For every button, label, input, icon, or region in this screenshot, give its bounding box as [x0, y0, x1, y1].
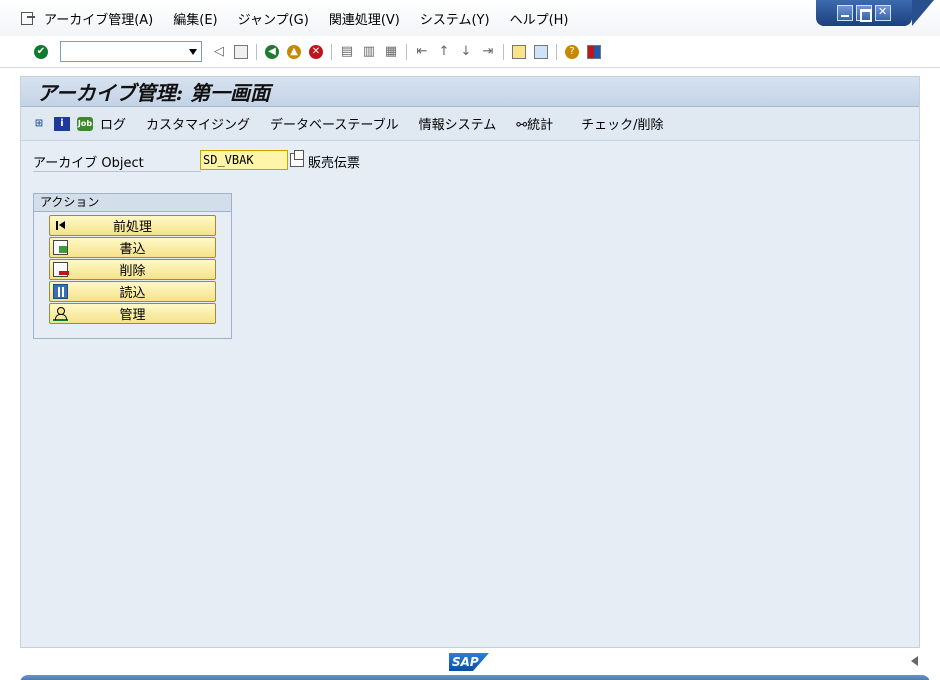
first-icon — [53, 218, 68, 233]
menu-help[interactable]: ヘルプ(H) — [510, 9, 569, 28]
menu-system[interactable]: システム(Y) — [420, 9, 490, 28]
create-session-icon[interactable] — [510, 43, 528, 61]
info-icon[interactable]: i — [54, 116, 70, 131]
prev-page-icon[interactable]: ↑ — [435, 43, 453, 61]
actions-group: アクション 前処理 書込 削除 読込 管理 — [33, 193, 232, 339]
menu-edit[interactable]: 編集(E) — [173, 9, 217, 28]
exit-icon[interactable]: ▲ — [285, 43, 303, 61]
archive-object-row: アーカイブ Object SD_VBAK 販売伝票 — [33, 150, 913, 172]
collapse-icon[interactable]: ◁ — [210, 43, 228, 61]
window-controls — [816, 0, 934, 26]
write-label: 書込 — [119, 242, 146, 257]
org-structure-icon[interactable]: ⊞ — [31, 117, 47, 131]
separator — [331, 43, 332, 60]
preprocess-label: 前処理 — [112, 220, 152, 235]
write-button[interactable]: 書込 — [49, 237, 216, 258]
check-delete-button[interactable]: チェック/削除 — [581, 114, 663, 133]
archive-object-description: 販売伝票 — [308, 156, 361, 171]
help-icon[interactable]: ? — [563, 43, 581, 61]
archive-object-label: アーカイブ Object — [33, 152, 201, 172]
dropdown-icon[interactable] — [189, 49, 197, 55]
shortcut-icon[interactable] — [532, 43, 550, 61]
read-label: 読込 — [119, 286, 146, 301]
delete-label: 削除 — [119, 264, 146, 279]
enter-icon[interactable]: ✔ — [32, 43, 50, 61]
close-button[interactable] — [875, 5, 891, 21]
statistics-icon: ⚯ — [516, 118, 528, 133]
maximize-button[interactable] — [856, 5, 872, 22]
job-icon[interactable]: Job — [77, 116, 93, 131]
save-icon[interactable] — [232, 43, 250, 61]
read-button[interactable]: 読込 — [49, 281, 216, 302]
archive-object-input[interactable]: SD_VBAK — [200, 150, 288, 170]
statistics-label: 統計 — [527, 118, 554, 133]
separator — [406, 43, 407, 60]
application-toolbar: ⊞ i Job ログ カスタマイジング データベーステーブル 情報システム ⚯統… — [21, 107, 919, 141]
back-icon[interactable]: ◀ — [263, 43, 281, 61]
separator — [503, 43, 504, 60]
last-page-icon[interactable]: ⇥ — [479, 43, 497, 61]
menu-bar: アーカイブ管理(A) 編集(E) ジャンプ(G) 関連処理(V) システム(Y)… — [0, 0, 940, 36]
minimize-button[interactable] — [837, 5, 853, 21]
log-button[interactable]: ログ — [100, 114, 126, 133]
write-icon — [53, 240, 68, 255]
actions-group-title: アクション — [34, 194, 231, 212]
next-page-icon[interactable]: ↓ — [457, 43, 475, 61]
read-icon — [53, 284, 68, 299]
separator — [256, 43, 257, 60]
command-field[interactable] — [60, 41, 202, 62]
separator — [556, 43, 557, 60]
value-help-icon[interactable] — [290, 150, 304, 167]
menu-environment[interactable]: 関連処理(V) — [329, 9, 400, 28]
main-screen: アーカイブ管理: 第一画面 ⊞ i Job ログ カスタマイジング データベース… — [20, 76, 920, 648]
menu-goto[interactable]: ジャンプ(G) — [238, 9, 309, 28]
db-tables-button[interactable]: データベーステーブル — [270, 114, 399, 133]
find-icon[interactable]: ▥ — [360, 43, 378, 61]
status-bar — [20, 675, 930, 680]
delete-button[interactable]: 削除 — [49, 259, 216, 280]
preprocess-button[interactable]: 前処理 — [49, 215, 216, 236]
menu-archive-admin[interactable]: アーカイブ管理(A) — [44, 9, 153, 28]
menu-exit-icon[interactable] — [20, 11, 36, 25]
layout-icon[interactable] — [585, 43, 603, 61]
cancel-icon[interactable]: ✕ — [307, 43, 325, 61]
page-title: アーカイブ管理: 第一画面 — [37, 81, 271, 105]
manage-label: 管理 — [119, 308, 146, 323]
system-toolbar: ✔ ◁ ◀ ▲ ✕ ▤ ▥ ▦ ⇤ ↑ ↓ ⇥ ? — [0, 36, 940, 68]
sap-logo: SAP — [449, 653, 489, 671]
statistics-button[interactable]: ⚯統計 — [516, 114, 553, 133]
manage-button[interactable]: 管理 — [49, 303, 216, 324]
status-expand-icon[interactable] — [911, 656, 918, 666]
info-system-button[interactable]: 情報システム — [419, 114, 497, 133]
manage-icon — [53, 306, 68, 321]
find-next-icon[interactable]: ▦ — [382, 43, 400, 61]
title-bar: アーカイブ管理: 第一画面 — [21, 77, 919, 107]
customizing-button[interactable]: カスタマイジング — [146, 114, 250, 133]
delete-icon — [53, 262, 69, 277]
first-page-icon[interactable]: ⇤ — [413, 43, 431, 61]
print-icon[interactable]: ▤ — [338, 43, 356, 61]
